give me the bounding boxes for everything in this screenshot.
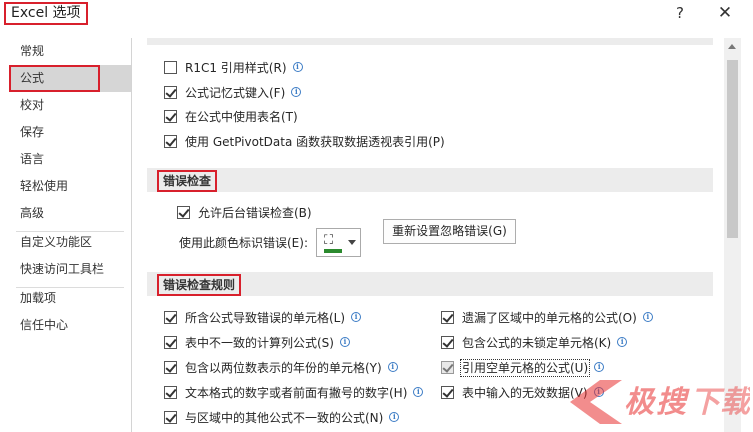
option-label: 在公式中使用表名(T) [185, 110, 298, 124]
sidebar-item-save[interactable]: 保存 [9, 119, 131, 146]
option-background-error-checking[interactable]: 允许后台错误检查(B) [177, 204, 312, 222]
info-icon: i [642, 311, 653, 322]
info-icon: i [291, 86, 302, 97]
rule-label: 包含公式的未锁定单元格(K) [462, 336, 612, 350]
sidebar-item-general[interactable]: 常规 [9, 38, 131, 65]
option-label: 公式记忆式键入(F) [185, 86, 286, 100]
sidebar-item-language[interactable]: 语言 [9, 146, 131, 173]
paint-bucket-icon: ⛶ [324, 233, 334, 248]
sidebar-item-quick-access-toolbar[interactable]: 快速访问工具栏 [9, 256, 131, 283]
rule-label: 表中不一致的计算列公式(S) [185, 336, 334, 350]
info-icon: i [594, 361, 605, 372]
rule-error-cells[interactable]: 所含公式导致错误的单元格(L) i [164, 309, 362, 327]
rule-unlocked-cells[interactable]: 包含公式的未锁定单元格(K) i [441, 334, 628, 352]
error-color-label: 使用此颜色标识错误(E): [179, 236, 308, 250]
info-icon: i [617, 336, 628, 347]
empty-cells-checkbox[interactable] [441, 361, 454, 374]
info-icon: i [389, 411, 400, 422]
rule-inconsistent-column[interactable]: 表中不一致的计算列公式(S) i [164, 334, 350, 352]
rule-numbers-as-text[interactable]: 文本格式的数字或者前面有撇号的数字(H) i [164, 384, 424, 402]
table-names-checkbox[interactable] [164, 110, 177, 123]
info-icon: i [339, 336, 350, 347]
formulas-panel: R1C1 引用样式(R) i 公式记忆式键入(F) i 在公式中使用表名(T) 使用… [134, 38, 724, 432]
scrollbar-thumb[interactable] [727, 60, 738, 238]
info-icon: i [387, 361, 398, 372]
error-color-picker[interactable]: ⛶ [316, 228, 361, 257]
sidebar-item-add-ins[interactable]: 加载项 [9, 285, 131, 312]
help-button[interactable]: ? [669, 3, 691, 23]
rule-label: 遗漏了区域中的单元格的公式(O) [462, 311, 637, 325]
section-title: 错误检查 [157, 170, 218, 192]
formula-autocomplete-checkbox[interactable] [164, 86, 177, 99]
scroll-up-icon[interactable] [728, 44, 736, 49]
sidebar-item-trust-center[interactable]: 信任中心 [9, 312, 131, 339]
option-formula-autocomplete[interactable]: 公式记忆式键入(F) i [164, 84, 302, 102]
vertical-scrollbar[interactable] [724, 38, 741, 432]
inconsistent-formula-checkbox[interactable] [164, 411, 177, 424]
info-icon: i [413, 386, 424, 397]
invalid-data-checkbox[interactable] [441, 386, 454, 399]
rule-label: 表中输入的无效数据(V) [462, 386, 588, 400]
sidebar-item-accessibility[interactable]: 轻松使用 [9, 173, 131, 200]
option-table-names[interactable]: 在公式中使用表名(T) [164, 108, 298, 126]
section-header-error-checking: 错误检查 [147, 168, 713, 192]
background-error-checkbox[interactable] [177, 206, 190, 219]
section-header-cutoff [147, 38, 713, 45]
sidebar-item-customize-ribbon[interactable]: 自定义功能区 [9, 229, 131, 256]
option-r1c1[interactable]: R1C1 引用样式(R) i [164, 59, 303, 77]
options-sidebar: 常规 公式 校对 保存 语言 轻松使用 高级 自定义功能区 快速访问工具栏 加载… [9, 38, 132, 432]
color-swatch [324, 249, 342, 253]
sidebar-item-proofing[interactable]: 校对 [9, 92, 131, 119]
section-title: 错误检查规则 [157, 274, 242, 296]
numbers-as-text-checkbox[interactable] [164, 386, 177, 399]
rule-label: 与区域中的其他公式不一致的公式(N) [185, 411, 384, 425]
info-icon: i [351, 311, 362, 322]
rule-label: 所含公式导致错误的单元格(L) [185, 311, 346, 325]
rule-two-digit-years[interactable]: 包含以两位数表示的年份的单元格(Y) i [164, 359, 398, 377]
info-icon: i [292, 61, 303, 72]
error-cells-checkbox[interactable] [164, 311, 177, 324]
rule-label: 文本格式的数字或者前面有撇号的数字(H) [185, 386, 408, 400]
rule-label: 引用空单元格的公式(U) [459, 359, 591, 377]
option-getpivotdata[interactable]: 使用 GetPivotData 函数获取数据透视表引用(P) [164, 133, 445, 151]
inconsistent-column-checkbox[interactable] [164, 336, 177, 349]
section-header-error-rules: 错误检查规则 [147, 272, 713, 296]
option-label: 允许后台错误检查(B) [198, 206, 312, 220]
unlocked-cells-checkbox[interactable] [441, 336, 454, 349]
rule-empty-cells[interactable]: 引用空单元格的公式(U) i [441, 359, 605, 377]
rule-invalid-data[interactable]: 表中输入的无效数据(V) i [441, 384, 604, 402]
r1c1-checkbox[interactable] [164, 61, 177, 74]
info-icon: i [593, 386, 604, 397]
close-button[interactable]: ✕ [714, 3, 736, 23]
sidebar-item-advanced[interactable]: 高级 [9, 200, 131, 227]
title-bar: Excel 选项 ? ✕ [0, 0, 753, 28]
getpivotdata-checkbox[interactable] [164, 135, 177, 148]
option-label: 使用 GetPivotData 函数获取数据透视表引用(P) [185, 135, 445, 149]
reset-ignored-errors-button[interactable]: 重新设置忽略错误(G) [383, 219, 516, 244]
rule-label: 包含以两位数表示的年份的单元格(Y) [185, 361, 382, 375]
rule-inconsistent-formula[interactable]: 与区域中的其他公式不一致的公式(N) i [164, 409, 400, 427]
sidebar-item-formulas[interactable]: 公式 [9, 65, 131, 92]
omitted-cells-checkbox[interactable] [441, 311, 454, 324]
chevron-down-icon [348, 240, 356, 245]
two-digit-years-checkbox[interactable] [164, 361, 177, 374]
option-label: R1C1 引用样式(R) [185, 61, 287, 75]
rule-omitted-cells[interactable]: 遗漏了区域中的单元格的公式(O) i [441, 309, 653, 327]
window-title: Excel 选项 [4, 2, 88, 25]
